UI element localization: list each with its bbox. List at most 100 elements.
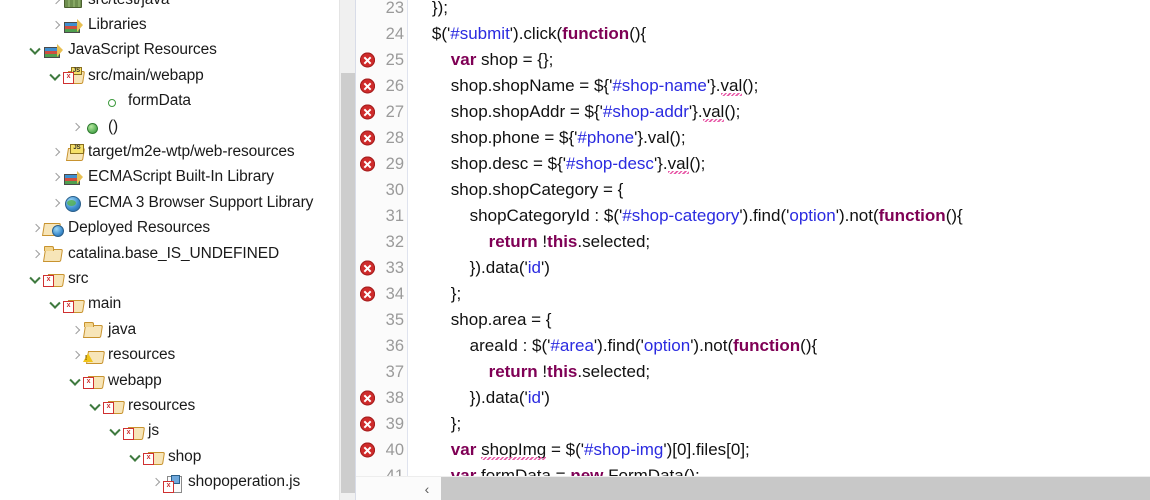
code-text[interactable]: areaId : $('#area').find('option').not(f… [413,336,1150,356]
code-text[interactable]: shopCategoryId : $('#shop-category').fin… [413,206,1150,226]
library-icon [63,169,83,186]
code-text[interactable]: }; [413,284,1150,304]
horizontal-scrollbar-thumb[interactable] [441,477,1150,500]
tree-item-formdata[interactable]: formData [0,89,355,114]
code-text[interactable]: return !this.selected; [413,362,1150,382]
code-line-34[interactable]: 34 }; [356,281,1150,307]
code-line-40[interactable]: 40 var shopImg = $('#shop-img')[0].files… [356,437,1150,463]
code-editor-panel[interactable]: 22 }23 });24 $('#submit').click(function… [355,0,1150,500]
code-token: ') [540,258,550,277]
tree-item-shop[interactable]: shop [0,444,355,469]
folder-icon [43,245,63,262]
tree-item-label: catalina.base_IS_UNDEFINED [68,244,280,262]
code-text[interactable]: }; [413,414,1150,434]
code-text[interactable]: }).data('id') [413,258,1150,278]
tree-item-resources[interactable]: resources [0,393,355,418]
code-token: ').find(' [739,206,790,225]
tree-item-deployed-resources[interactable]: Deployed Resources [0,216,355,241]
line-number: 38 [385,388,404,407]
code-text[interactable]: shop.shopCategory = { [413,180,1150,200]
code-text[interactable]: }); [413,0,1150,18]
code-text[interactable]: return !this.selected; [413,232,1150,252]
code-line-30[interactable]: 30 shop.shopCategory = { [356,177,1150,203]
tree-item-label: java [108,320,137,338]
code-text[interactable]: }).data('id') [413,388,1150,408]
code-line-25[interactable]: 25 var shop = {}; [356,47,1150,73]
code-token: #phone [577,128,635,147]
tree-item-label: webapp [108,371,162,389]
code-token: }; [413,284,462,303]
line-number: 34 [385,284,404,303]
tree-item-java[interactable]: java [0,317,355,342]
tree-item-webapp[interactable]: webapp [0,368,355,393]
scroll-left-arrow-icon[interactable]: ‹ [413,477,441,500]
code-line-36[interactable]: 36 areaId : $('#area').find('option').no… [356,333,1150,359]
code-line-29[interactable]: 29 shop.desc = ${'#shop-desc'}.val(); [356,151,1150,177]
project-explorer-panel[interactable]: src/test/java Libraries JavaScript Resourc… [0,0,355,500]
tree-item-label: ECMA 3 Browser Support Library [88,193,314,211]
code-text[interactable]: var shop = {}; [413,50,1150,70]
source-folder-icon [143,448,163,466]
code-token: }).data(' [413,388,528,407]
source-folder-icon [83,372,103,390]
tree-item-[interactable]: () [0,114,355,139]
code-token: shopImg [481,440,547,459]
code-token: shop.shopAddr = ${' [413,102,603,121]
code-text[interactable]: shop.shopName = ${'#shop-name'}.val(); [413,76,1150,96]
tree-item-label: target/m2e-wtp/web-resources [88,143,295,161]
code-line-26[interactable]: 26 shop.shopName = ${'#shop-name'}.val()… [356,73,1150,99]
code-line-37[interactable]: 37 return !this.selected; [356,359,1150,385]
code-token: val [720,76,743,95]
tree-item-web-inf[interactable]: WEB-INF [0,495,355,500]
tree-item-label: ECMAScript Built-In Library [88,168,274,186]
code-line-28[interactable]: 28 shop.phone = ${'#phone'}.val(); [356,125,1150,151]
tree-item-javascript-resources[interactable]: JavaScript Resources [0,38,355,63]
tree-item-src-test-java[interactable]: src/test/java [0,0,355,12]
tree-item-ecma-3-browser-support-library[interactable]: ECMA 3 Browser Support Library [0,190,355,215]
code-line-27[interactable]: 27 shop.shopAddr = ${'#shop-addr'}.val()… [356,99,1150,125]
tree-item-label: js [148,422,159,440]
code-token: #submit [450,24,510,43]
tree-item-ecmascript-built-in-library[interactable]: ECMAScript Built-In Library [0,165,355,190]
code-line-23[interactable]: 23 }); [356,0,1150,21]
tree-item-target-m2e-wtp-web-resources[interactable]: target/m2e-wtp/web-resources [0,139,355,164]
code-line-38[interactable]: 38 }).data('id') [356,385,1150,411]
code-token: val [667,154,690,173]
code-token: function [562,24,630,43]
code-line-33[interactable]: 33 }).data('id') [356,255,1150,281]
code-token: ').find(' [593,336,644,355]
line-number: 40 [385,440,404,459]
tree-item-src-main-webapp[interactable]: JS src/main/webapp [0,63,355,88]
code-line-24[interactable]: 24 $('#submit').click(function(){ [356,21,1150,47]
tree-item-resources[interactable]: resources [0,342,355,367]
explorer-vertical-scrollbar[interactable] [339,0,355,500]
code-text[interactable]: var shopImg = $('#shop-img')[0].files[0]… [413,440,1150,460]
code-line-32[interactable]: 32 return !this.selected; [356,229,1150,255]
js-file-badge-icon [171,474,180,484]
tree-item-label: shopoperation.js [188,473,301,491]
editor-horizontal-scrollbar[interactable]: ‹ [356,476,1150,500]
code-line-31[interactable]: 31 shopCategoryId : $('#shop-category').… [356,203,1150,229]
explorer-scrollbar-thumb[interactable] [341,73,355,493]
line-number: 28 [385,128,404,147]
library-icon [63,17,83,34]
project-tree[interactable]: src/test/java Libraries JavaScript Resourc… [0,0,355,500]
tree-item-shopoperation-js[interactable]: shopoperation.js [0,469,355,494]
code-text[interactable]: shop.desc = ${'#shop-desc'}.val(); [413,154,1150,174]
code-text[interactable]: shop.area = { [413,310,1150,330]
code-token: val [702,102,725,121]
tree-item-main[interactable]: main [0,292,355,317]
code-token: id [527,258,541,277]
code-line-35[interactable]: 35 shop.area = { [356,307,1150,333]
tree-item-catalina-base-is-undefined[interactable]: catalina.base_IS_UNDEFINED [0,241,355,266]
code-line-39[interactable]: 39 }; [356,411,1150,437]
tree-item-js[interactable]: js [0,419,355,444]
tree-item-libraries[interactable]: Libraries [0,12,355,37]
code-token: var [450,50,477,69]
code-text[interactable]: $('#submit').click(function(){ [413,24,1150,44]
code-text[interactable]: shop.shopAddr = ${'#shop-addr'}.val(); [413,102,1150,122]
tree-item-src[interactable]: src [0,266,355,291]
code-token: option [643,336,691,355]
code-text[interactable]: shop.phone = ${'#phone'}.val(); [413,128,1150,148]
